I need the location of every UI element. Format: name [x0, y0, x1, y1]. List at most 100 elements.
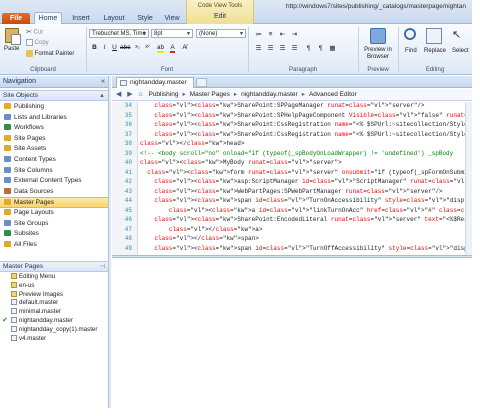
paste-icon[interactable]	[5, 28, 21, 45]
nav-item[interactable]: All Files	[0, 240, 108, 251]
file-item[interactable]: en-us	[0, 281, 108, 291]
align-center-icon[interactable]: ☰	[266, 44, 275, 53]
master-pages-files-header[interactable]: Master Pages ⊣	[0, 261, 108, 272]
code-line[interactable]: 36 class="vl"><class="kw">SharePoint:Css…	[112, 121, 472, 130]
file-item[interactable]: Editing Menu	[0, 273, 108, 282]
strikethrough-icon[interactable]: abc	[120, 43, 130, 52]
find-icon[interactable]	[404, 28, 416, 40]
file-item[interactable]: nightandday_copy(1).master	[0, 325, 108, 335]
design-view[interactable]	[112, 259, 472, 409]
code-line[interactable]: 42 class="vl"><class="kw">asp:ScriptMana…	[112, 178, 472, 187]
code-line[interactable]: 49 class="vl"><class="kw">span id=class=…	[112, 245, 472, 254]
tab-style[interactable]: Style	[134, 14, 156, 24]
borders-icon[interactable]: ▦	[328, 44, 337, 53]
ltr-icon[interactable]: ¶	[304, 44, 313, 53]
nav-item[interactable]: Publishing	[0, 102, 108, 113]
copy-button[interactable]: Copy	[26, 39, 49, 46]
bold-icon[interactable]: B	[90, 43, 99, 52]
code-line[interactable]: 34 class="vl"><class="kw">SharePoint:SPP…	[112, 102, 472, 111]
tab-insert[interactable]: Insert	[68, 14, 94, 24]
code-line[interactable]: 37 class="vl"><class="kw">SharePoint:Css…	[112, 131, 472, 140]
font-size-combo[interactable]: 8pt ▼	[151, 29, 193, 38]
nav-item[interactable]: Site Columns	[0, 166, 108, 177]
bullets-icon[interactable]: ≔	[254, 30, 263, 39]
code-line[interactable]: 46 class="vl"><class="kw">SharePoint:Enc…	[112, 216, 472, 225]
decrease-indent-icon[interactable]: ⇤	[278, 30, 287, 39]
tab-view[interactable]: View	[161, 14, 183, 24]
file-item[interactable]: v4.master	[0, 334, 108, 344]
chevron-up-icon[interactable]: ▲	[99, 91, 105, 101]
code-line[interactable]: 38 class="vl"></class="kw">head>	[112, 140, 472, 149]
browser-preview-icon[interactable]	[370, 28, 386, 44]
breadcrumb-item[interactable]: Advanced Editor	[309, 91, 357, 98]
select-button[interactable]: Select	[452, 48, 469, 54]
cut-button[interactable]: ✂ Cut	[26, 28, 43, 36]
clear-formatting-icon[interactable]: A̸	[180, 43, 189, 52]
preview-in-browser-button[interactable]: Preview in Browser	[362, 47, 394, 61]
code-line[interactable]: 35 class="vl"><class="kw">SharePoint:SPH…	[112, 112, 472, 121]
underline-icon[interactable]: U	[110, 43, 119, 52]
breadcrumb-item[interactable]: Master Pages	[190, 91, 230, 98]
code-line[interactable]: 45 class="vl"><class="kw">a id=class="vl…	[112, 207, 472, 216]
nav-item[interactable]: Page Layouts	[0, 208, 108, 219]
italic-icon[interactable]: I	[100, 43, 109, 52]
pin-icon[interactable]: ⊣	[100, 262, 105, 272]
chevron-left-icon[interactable]: «	[101, 76, 105, 88]
file-item[interactable]: ✔ nightandday.master	[0, 316, 108, 326]
nav-item[interactable]: Data Sources	[0, 187, 108, 198]
file-item[interactable]: Preview Images	[0, 290, 108, 300]
font-color-icon[interactable]: A	[168, 43, 177, 53]
cursor-select-icon[interactable]: ↖	[452, 28, 464, 44]
vertical-scrollbar[interactable]	[465, 102, 472, 255]
code-line[interactable]: 47 class="vl"></class="kw">a>	[112, 226, 472, 235]
new-tab-icon[interactable]	[196, 78, 207, 87]
code-line[interactable]: 43 class="vl"><class="kw">WebPartPages:S…	[112, 188, 472, 197]
code-line[interactable]: 39 <!-- <body scroll="no" onload="if (typ…	[112, 150, 472, 159]
paste-button[interactable]: Paste	[4, 46, 19, 52]
breadcrumb-item[interactable]: Publishing	[148, 91, 178, 98]
style-combo[interactable]: (None) ▼	[196, 29, 246, 38]
site-objects-header[interactable]: Site Objects ▲	[0, 90, 108, 101]
font-name-combo[interactable]: Trebuchet MS, Time ▼	[89, 29, 149, 38]
forward-arrow-icon[interactable]: ▶	[127, 91, 132, 98]
format-painter-button[interactable]: Format Painter	[26, 50, 74, 57]
numbering-icon[interactable]: ≡	[266, 30, 275, 39]
tab-edit[interactable]: Edit	[187, 13, 253, 20]
nav-item[interactable]: Site Pages	[0, 134, 108, 145]
nav-item[interactable]: Workflows	[0, 123, 108, 134]
replace-button[interactable]: Replace	[424, 48, 446, 54]
highlight-color-icon[interactable]: ab	[156, 43, 165, 53]
find-button[interactable]: Find	[405, 48, 417, 54]
increase-indent-icon[interactable]: ⇥	[290, 30, 299, 39]
file-item[interactable]: minimal.master	[0, 308, 108, 317]
file-item[interactable]: default.master	[0, 299, 108, 308]
align-left-icon[interactable]: ☰	[254, 44, 263, 53]
code-line[interactable]: 44 class="vl"><class="kw">span id=class=…	[112, 197, 472, 206]
pane-splitter[interactable]	[108, 76, 111, 416]
nav-item[interactable]: Master Pages	[0, 197, 108, 208]
superscript-icon[interactable]: x²	[143, 43, 152, 52]
back-arrow-icon[interactable]: ◀	[116, 91, 121, 98]
document-tab[interactable]: nightandday.master	[116, 77, 194, 88]
tab-layout[interactable]: Layout	[101, 14, 127, 24]
nav-item[interactable]: Lists and Libraries	[0, 113, 108, 124]
breadcrumb-item[interactable]: nightandday.master	[241, 91, 298, 98]
align-right-icon[interactable]: ☰	[278, 44, 287, 53]
code-editor[interactable]: 34 class="vl"><class="kw">SharePoint:SPP…	[112, 102, 472, 255]
tab-file[interactable]: File	[2, 13, 30, 24]
nav-item[interactable]: Site Assets	[0, 144, 108, 155]
code-line[interactable]: 48 class="vl"></class="kw">span>	[112, 235, 472, 244]
home-icon[interactable]: ⌂	[138, 91, 142, 98]
rtl-icon[interactable]: ¶	[316, 44, 325, 53]
justify-icon[interactable]: ☰	[290, 44, 299, 53]
code-text: class="vl"><class="kw">form runat=class=…	[147, 168, 472, 176]
code-line[interactable]: 40 class="vl"><class="kw">MyBody runat=cl…	[112, 159, 472, 168]
nav-item[interactable]: External Content Types	[0, 176, 108, 187]
nav-item[interactable]: Content Types	[0, 155, 108, 166]
replace-icon[interactable]	[426, 28, 442, 44]
code-design-splitter[interactable]	[112, 255, 472, 258]
nav-item[interactable]: Site Groups	[0, 219, 108, 230]
code-line[interactable]: 41 class="vl"><class="kw">form runat=cla…	[112, 169, 472, 178]
nav-item[interactable]: Subsites	[0, 229, 108, 240]
subscript-icon[interactable]: x₂	[133, 43, 142, 52]
